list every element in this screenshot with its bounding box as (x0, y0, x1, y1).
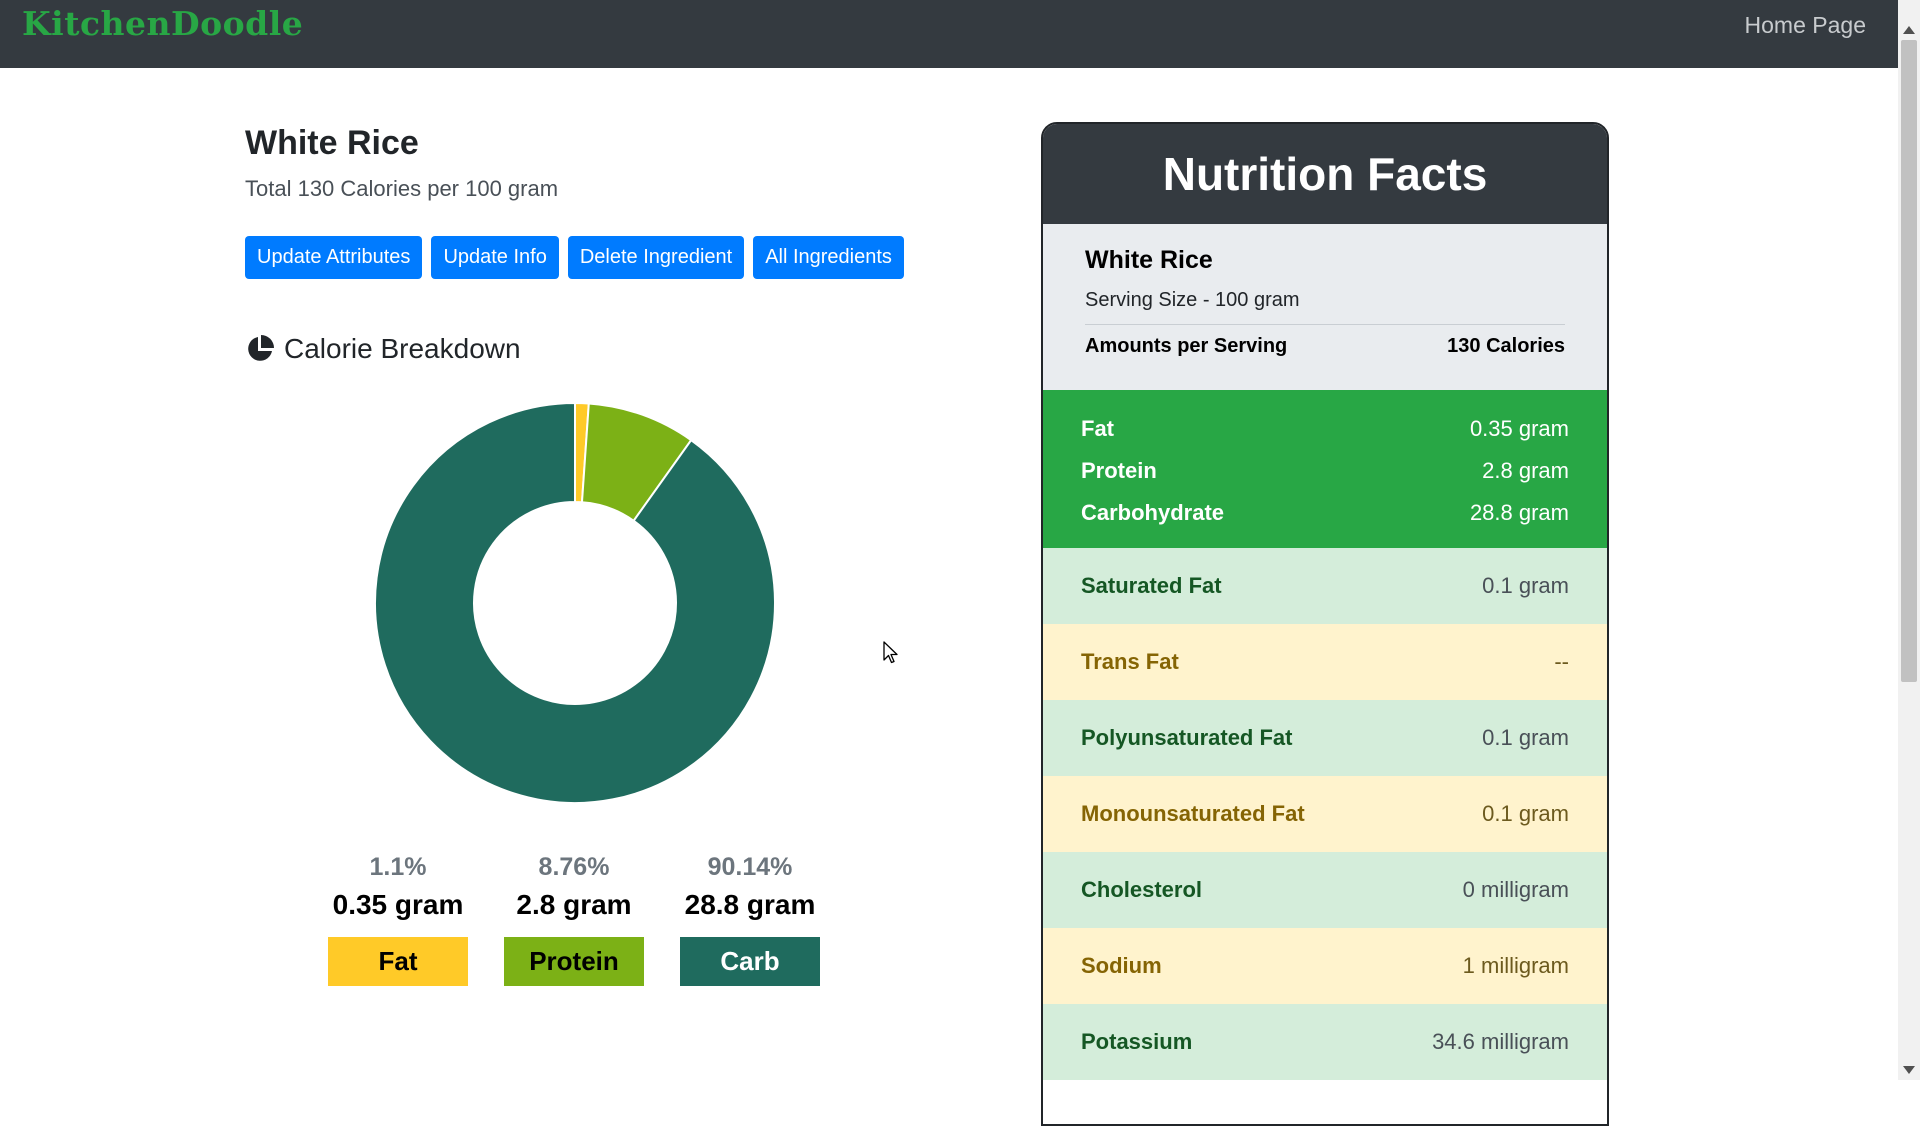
breakdown-legend: 1.1% 0.35 gram Fat 8.76% 2.8 gram Protei… (328, 853, 820, 986)
facts-ingredient-name: White Rice (1085, 246, 1213, 274)
all-ingredients-button[interactable]: All Ingredients (753, 236, 904, 279)
nutrient-row-monounsaturated-fat: Monounsaturated Fat 0.1 gram (1043, 776, 1607, 852)
fat-percent: 1.1% (369, 853, 427, 881)
macro-value: 28.8 gram (1469, 500, 1569, 525)
carb-percent: 90.14% (707, 853, 793, 881)
legend-fat: 1.1% 0.35 gram Fat (328, 853, 468, 986)
calorie-donut-chart (374, 401, 776, 804)
nutrient-value: 34.6 milligram (1432, 1029, 1569, 1054)
nutrient-value: 0.1 gram (1482, 573, 1569, 598)
macro-label: Carbohydrate (1081, 500, 1225, 525)
macro-label: Fat (1081, 416, 1114, 441)
amounts-label: Amounts per Serving (1085, 335, 1288, 357)
protein-chip: Protein (504, 937, 644, 986)
macro-row-carbohydrate: Carbohydrate 28.8 gram (1081, 492, 1569, 534)
fat-grams: 0.35 gram (332, 889, 464, 920)
nutrient-row-sodium: Sodium 1 milligram (1043, 928, 1607, 1004)
mouse-pointer-icon (883, 641, 898, 664)
protein-grams: 2.8 gram (516, 889, 632, 920)
fat-chip: Fat (328, 937, 468, 986)
nutrient-label: Polyunsaturated Fat (1081, 725, 1293, 750)
carb-chip: Carb (680, 937, 820, 986)
nutrient-label: Saturated Fat (1081, 573, 1222, 598)
scroll-thumb[interactable] (1901, 40, 1917, 682)
nutrition-facts-card: Nutrition Facts White Rice Serving Size … (1041, 122, 1609, 1126)
nutrient-row-polyunsaturated-fat: Polyunsaturated Fat 0.1 gram (1043, 700, 1607, 776)
top-navbar: KitchenDoodle Home Page (0, 0, 1898, 68)
nutrient-label: Sodium (1081, 953, 1162, 978)
nutrient-value: 0.1 gram (1482, 725, 1569, 750)
calorie-breakdown-title: Calorie Breakdown (284, 333, 521, 364)
nutrient-label: Cholesterol (1081, 877, 1203, 902)
macro-label: Protein (1081, 458, 1157, 483)
legend-carb: 90.14% 28.8 gram Carb (680, 853, 820, 986)
nutrient-row-trans-fat: Trans Fat -- (1043, 624, 1607, 700)
update-attributes-button[interactable]: Update Attributes (245, 236, 423, 279)
nutrient-row-cholesterol: Cholesterol 0 milligram (1043, 852, 1607, 928)
serving-info: White Rice Serving Size - 100 gram Amoun… (1043, 224, 1607, 390)
macro-nutrients: Fat 0.35 gram Protein 2.8 gram Carbohydr… (1043, 390, 1607, 548)
nutrient-value: 0 milligram (1462, 877, 1569, 902)
delete-ingredient-button[interactable]: Delete Ingredient (567, 236, 745, 279)
calories-value: 130 Calories (1447, 335, 1565, 357)
nav-home-link[interactable]: Home Page (1745, 12, 1866, 39)
nutrient-label: Monounsaturated Fat (1081, 801, 1305, 826)
macro-row-protein: Protein 2.8 gram (1081, 450, 1569, 492)
chart-pie-icon (248, 335, 274, 361)
nutrient-value: 1 milligram (1462, 953, 1569, 978)
macro-value: 0.35 gram (1469, 416, 1569, 441)
scroll-up-arrow-icon[interactable] (1903, 26, 1915, 34)
nutrition-facts-header: Nutrition Facts (1043, 124, 1607, 224)
macro-row-fat: Fat 0.35 gram (1081, 408, 1569, 450)
amounts-per-serving: Amounts per Serving 130 Calories (1085, 335, 1565, 358)
nutrient-row-saturated-fat: Saturated Fat 0.1 gram (1043, 548, 1607, 624)
page-scrollbar[interactable] (1898, 0, 1920, 1080)
scroll-down-arrow-icon[interactable] (1903, 1066, 1915, 1074)
carb-grams: 28.8 gram (684, 889, 816, 920)
legend-protein: 8.76% 2.8 gram Protein (504, 853, 644, 986)
nutrient-label: Potassium (1081, 1029, 1193, 1054)
nutrient-value: 0.1 gram (1482, 801, 1569, 826)
update-info-button[interactable]: Update Info (431, 236, 559, 279)
serving-size: Serving Size - 100 gram (1085, 289, 1565, 325)
calories-subtitle: Total 130 Calories per 100 gram (245, 176, 559, 201)
protein-percent: 8.76% (538, 853, 610, 881)
macro-value: 2.8 gram (1482, 458, 1569, 483)
page-title: White Rice (245, 124, 419, 162)
nutrient-row-potassium: Potassium 34.6 milligram (1043, 1004, 1607, 1080)
calorie-breakdown-heading: Calorie Breakdown (245, 333, 521, 365)
nutrient-value: -- (1554, 649, 1569, 674)
brand-logo[interactable]: KitchenDoodle (22, 4, 303, 43)
action-buttons: Update Attributes Update Info Delete Ing… (245, 236, 904, 279)
donut-slice-carb[interactable] (374, 401, 776, 804)
nutrient-label: Trans Fat (1081, 649, 1179, 674)
